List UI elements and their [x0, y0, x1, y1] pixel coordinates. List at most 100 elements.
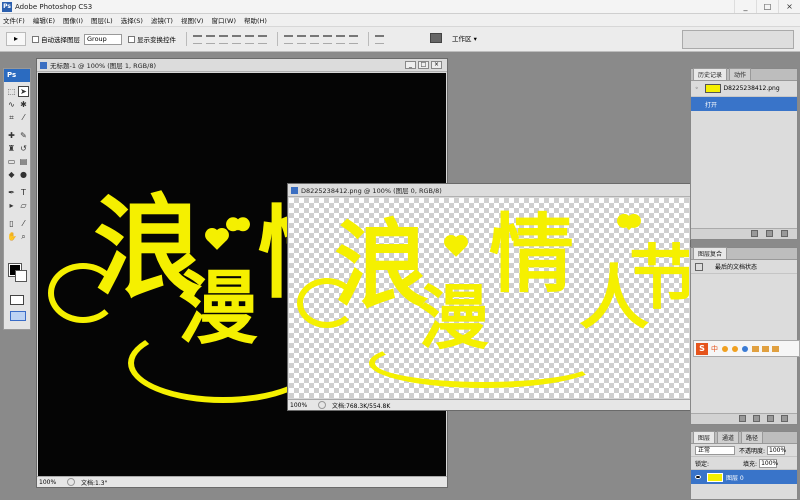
menu-file[interactable]: 文件(F)	[3, 15, 25, 25]
previous-comp-icon[interactable]	[739, 415, 746, 422]
new-comp-icon[interactable]	[767, 415, 774, 422]
punctuation-icon[interactable]	[722, 345, 728, 352]
align-top-icon[interactable]	[193, 34, 202, 44]
history-state[interactable]: 打开	[691, 97, 797, 111]
distribute-left-icon[interactable]	[323, 34, 332, 44]
document-close-button[interactable]: ×	[431, 61, 442, 69]
menu-edit[interactable]: 编辑(E)	[33, 15, 55, 25]
skin-icon[interactable]	[762, 345, 769, 352]
quick-mask-icon[interactable]	[10, 295, 24, 305]
crop-tool-icon[interactable]: ⌗	[7, 113, 16, 122]
palette-well[interactable]	[682, 30, 794, 49]
menu-filter[interactable]: 滤镜(T)	[151, 15, 173, 25]
keyboard-icon[interactable]	[752, 345, 759, 352]
gradient-tool-icon[interactable]: ▤	[19, 157, 28, 166]
minimize-button[interactable]: _	[734, 0, 756, 13]
apply-comp-icon[interactable]	[695, 262, 703, 271]
distribute-vcenter-icon[interactable]	[297, 34, 306, 44]
sogou-logo-icon[interactable]: S	[696, 342, 708, 355]
close-button[interactable]: ×	[778, 0, 800, 13]
tab-actions[interactable]: 动作	[729, 68, 752, 80]
auto-select-dropdown[interactable]: Group	[84, 33, 122, 45]
align-bottom-icon[interactable]	[219, 34, 228, 44]
workspace-icon[interactable]	[430, 33, 442, 43]
auto-align-icon[interactable]	[375, 34, 384, 44]
tab-layers[interactable]: 图层	[693, 431, 716, 443]
brush-tool-icon[interactable]: ✎	[19, 131, 28, 140]
tab-channels[interactable]: 通道	[717, 431, 740, 443]
history-snapshot[interactable]: ◦ D8225238412.png	[691, 81, 797, 97]
document-minimize-button[interactable]: _	[405, 61, 416, 69]
align-right-icon[interactable]	[258, 34, 267, 44]
history-brush-tool-icon[interactable]: ↺	[19, 144, 28, 153]
distribute-right-icon[interactable]	[349, 34, 358, 44]
menu-image[interactable]: 图像(I)	[63, 15, 83, 25]
maximize-button[interactable]: □	[756, 0, 778, 13]
healing-brush-tool-icon[interactable]: ✚	[7, 131, 16, 140]
pen-tool-icon[interactable]: ✒	[7, 188, 16, 197]
ime-mode-label[interactable]: 中	[711, 344, 718, 354]
menu-help[interactable]: 帮助(H)	[244, 15, 267, 25]
opacity-input[interactable]: 100%	[767, 445, 786, 455]
zoom-level[interactable]: 100%	[39, 479, 61, 486]
tool-preset-picker[interactable]: ▸	[6, 32, 26, 46]
notes-tool-icon[interactable]: ▯	[7, 219, 16, 228]
layer-row[interactable]: 图层 0	[691, 470, 797, 484]
path-selection-tool-icon[interactable]: ▸	[7, 201, 16, 210]
history-brush-source-icon[interactable]: ◦	[695, 85, 699, 92]
clone-stamp-tool-icon[interactable]: ♜	[7, 144, 16, 153]
marquee-tool-icon[interactable]: ⬚	[7, 87, 16, 96]
fill-input[interactable]: 100%	[759, 458, 778, 468]
emoji-icon[interactable]	[732, 345, 738, 352]
tab-layer-comps[interactable]: 图层复合	[693, 247, 728, 259]
menu-window[interactable]: 窗口(W)	[211, 15, 236, 25]
menu-layer[interactable]: 图层(L)	[91, 15, 113, 25]
workspace-menu[interactable]: 工作区 ▾	[430, 33, 477, 43]
hand-tool-icon[interactable]: ✋	[7, 232, 17, 241]
eyedropper-tool-icon[interactable]: ⁄	[19, 219, 28, 228]
align-left-icon[interactable]	[232, 34, 241, 44]
document-window-png[interactable]: D8225238412.png @ 100% (图层 0, RGB/8) 浪 漫…	[287, 183, 691, 411]
blur-tool-icon[interactable]: ◆	[7, 170, 16, 179]
eraser-tool-icon[interactable]: ▭	[7, 157, 16, 166]
distribute-top-icon[interactable]	[284, 34, 293, 44]
workspace-label[interactable]: 工作区 ▾	[452, 33, 477, 43]
align-vcenter-icon[interactable]	[206, 34, 215, 44]
shape-tool-icon[interactable]: ▱	[19, 201, 28, 210]
show-transform-checkbox[interactable]	[128, 35, 135, 43]
status-menu-icon[interactable]	[318, 401, 326, 409]
auto-select-checkbox[interactable]	[32, 35, 39, 43]
document-titlebar[interactable]: D8225238412.png @ 100% (图层 0, RGB/8)	[288, 184, 690, 197]
background-color-swatch[interactable]	[15, 270, 27, 282]
new-snapshot-icon[interactable]	[766, 230, 773, 237]
blend-mode-select[interactable]: 正常	[695, 445, 735, 455]
trash-icon[interactable]	[781, 230, 788, 237]
tab-paths[interactable]: 路径	[741, 431, 764, 443]
document-canvas[interactable]: 浪 漫 情 人 节	[289, 198, 689, 398]
lasso-tool-icon[interactable]: ∿	[7, 100, 16, 109]
microphone-icon[interactable]	[742, 345, 748, 352]
magic-wand-tool-icon[interactable]: ✱	[19, 100, 28, 109]
zoom-tool-icon[interactable]: ⌕	[19, 232, 28, 241]
distribute-bottom-icon[interactable]	[310, 34, 319, 44]
screen-mode-icon[interactable]	[10, 311, 26, 321]
next-comp-icon[interactable]	[753, 415, 760, 422]
slice-tool-icon[interactable]: ⁄	[19, 113, 28, 122]
zoom-level[interactable]: 100%	[290, 402, 312, 409]
menu-select[interactable]: 选择(S)	[121, 15, 143, 25]
align-hcenter-icon[interactable]	[245, 34, 254, 44]
eye-icon[interactable]	[695, 475, 701, 479]
document-titlebar[interactable]: 无标题-1 @ 100% (图层 1, RGB/8)	[37, 59, 447, 72]
tab-history[interactable]: 历史记录	[693, 68, 728, 80]
move-tool-icon[interactable]: ➤	[18, 86, 29, 97]
new-document-icon[interactable]	[751, 230, 758, 237]
distribute-hcenter-icon[interactable]	[336, 34, 345, 44]
layer-comp-row[interactable]: 最后的文档状态	[691, 260, 797, 274]
dodge-tool-icon[interactable]: ●	[19, 170, 28, 179]
tools-icon[interactable]	[772, 345, 779, 352]
document-maximize-button[interactable]: □	[418, 61, 429, 69]
status-menu-icon[interactable]	[67, 478, 75, 486]
type-tool-icon[interactable]: T	[19, 188, 28, 197]
trash-icon[interactable]	[781, 415, 788, 422]
menu-view[interactable]: 视图(V)	[181, 15, 204, 25]
